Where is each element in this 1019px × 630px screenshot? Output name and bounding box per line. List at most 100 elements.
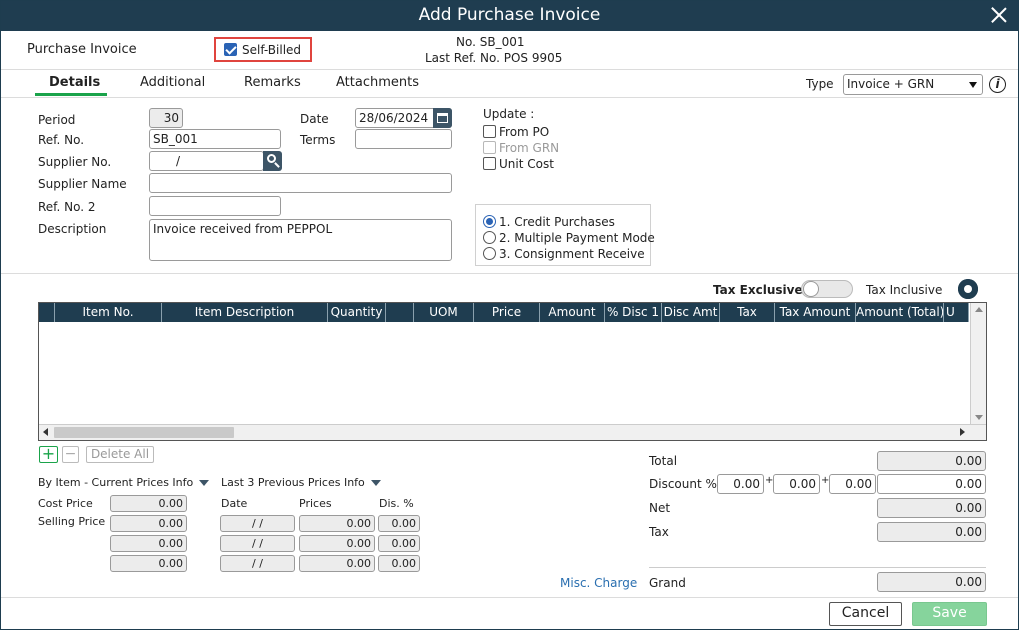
- from-grn-checkbox[interactable]: [483, 141, 496, 154]
- credit-purchases-label: 1. Credit Purchases: [499, 215, 615, 229]
- prev-date-field: / /: [220, 555, 295, 572]
- divider: [1, 273, 1018, 274]
- supplier-no-label: Supplier No.: [38, 155, 112, 169]
- prev-price-field: 0.00: [299, 535, 375, 552]
- grid-col-select[interactable]: [39, 303, 55, 322]
- chevron-down-icon: [370, 480, 381, 486]
- from-grn-label: From GRN: [499, 141, 560, 155]
- last3-prices-dropdown[interactable]: Last 3 Previous Prices Info: [221, 476, 381, 489]
- tab-details[interactable]: Details: [49, 75, 100, 90]
- gear-icon[interactable]: [958, 279, 978, 299]
- prev-dis-field: 0.00: [378, 515, 420, 532]
- discount3-field[interactable]: 0.00: [829, 474, 876, 494]
- prices-header: Prices: [299, 497, 332, 510]
- net-label: Net: [649, 501, 671, 515]
- last3-prices-label: Last 3 Previous Prices Info: [221, 476, 365, 489]
- discount-label: Discount %: [649, 477, 717, 491]
- remove-row-button[interactable]: −: [62, 446, 79, 463]
- cancel-button[interactable]: Cancel: [829, 602, 902, 626]
- misc-charge-link[interactable]: Misc. Charge: [560, 576, 637, 590]
- selling-price-label: Selling Price: [38, 515, 106, 528]
- grid-col-tax[interactable]: Tax: [720, 303, 775, 322]
- search-icon[interactable]: [263, 151, 282, 171]
- scroll-thumb[interactable]: [54, 427, 234, 438]
- consignment-receive-radio[interactable]: [483, 247, 496, 260]
- add-row-button[interactable]: +: [39, 446, 58, 463]
- scroll-left-icon[interactable]: [43, 428, 48, 436]
- calendar-icon[interactable]: [433, 108, 452, 128]
- tax-field: 0.00: [877, 522, 986, 542]
- by-item-prices-dropdown[interactable]: By Item - Current Prices Info: [38, 476, 210, 489]
- grid-col-quantity[interactable]: Quantity: [328, 303, 386, 322]
- save-button[interactable]: Save: [912, 602, 987, 626]
- type-label: Type: [806, 77, 834, 91]
- divider: [1, 597, 1018, 598]
- discount2-field[interactable]: 0.00: [773, 474, 820, 494]
- close-icon[interactable]: [988, 4, 1010, 26]
- net-field: 0.00: [877, 498, 986, 518]
- supplier-name-field[interactable]: [149, 173, 452, 193]
- tax-inclusive-label: Tax Inclusive: [866, 283, 943, 297]
- grid-vertical-scrollbar[interactable]: [970, 303, 986, 424]
- grid-horizontal-scrollbar[interactable]: [39, 424, 986, 440]
- tab-remarks[interactable]: Remarks: [244, 75, 301, 90]
- window-title: Add Purchase Invoice: [418, 5, 601, 25]
- grid-col-amount-total[interactable]: Amount (Total): [856, 303, 944, 322]
- tab-additional[interactable]: Additional: [140, 75, 205, 90]
- period-field[interactable]: 30: [149, 108, 183, 128]
- supplier-no-field[interactable]: /: [149, 151, 264, 171]
- refno-field[interactable]: SB_001: [149, 129, 281, 149]
- scroll-right-icon[interactable]: [960, 428, 965, 436]
- refno2-field[interactable]: [149, 196, 281, 216]
- refno2-label: Ref. No. 2: [38, 200, 96, 214]
- grid-col-disc1[interactable]: % Disc 1: [605, 303, 662, 322]
- delete-all-button[interactable]: Delete All: [86, 446, 154, 463]
- type-select[interactable]: Invoice + GRN: [843, 74, 983, 95]
- grid-col-amount[interactable]: Amount: [540, 303, 605, 322]
- tab-active-indicator: [35, 93, 107, 96]
- discount1-field[interactable]: 0.00: [717, 474, 764, 494]
- credit-purchases-radio[interactable]: [483, 215, 496, 228]
- doc-type-label: Purchase Invoice: [27, 42, 137, 57]
- from-po-label: From PO: [499, 125, 550, 139]
- from-po-checkbox[interactable]: [483, 125, 496, 138]
- grid-col-item-description[interactable]: Item Description: [162, 303, 328, 322]
- grid-col-price[interactable]: Price: [474, 303, 540, 322]
- grid-col-item-no[interactable]: Item No.: [55, 303, 162, 322]
- chevron-down-icon: [199, 480, 210, 486]
- last-ref-no: Last Ref. No. POS 9905: [425, 51, 563, 65]
- terms-field[interactable]: [355, 129, 452, 149]
- grid-header: Item No. Item Description Quantity UOM P…: [39, 303, 969, 322]
- period-label: Period: [38, 113, 76, 127]
- tab-attachments[interactable]: Attachments: [336, 75, 419, 90]
- price-field: 0.00: [110, 535, 187, 552]
- doc-number: No. SB_001: [456, 35, 525, 49]
- multiple-payment-radio[interactable]: [483, 231, 496, 244]
- total-label: Total: [649, 454, 678, 468]
- grid-col-disc-amt[interactable]: Disc Amt: [662, 303, 720, 322]
- description-field[interactable]: Invoice received from PEPPOL: [149, 219, 452, 261]
- prev-date-field: / /: [220, 535, 295, 552]
- tax-toggle[interactable]: [801, 280, 853, 298]
- prev-price-field: 0.00: [299, 515, 375, 532]
- scroll-down-icon[interactable]: [975, 415, 983, 420]
- date-label: Date: [300, 112, 329, 126]
- prev-dis-field: 0.00: [378, 535, 420, 552]
- selling-price-field: 0.00: [110, 515, 187, 532]
- dis-header: Dis. %: [379, 497, 414, 510]
- grid-col-tax-amount[interactable]: Tax Amount: [775, 303, 856, 322]
- prev-date-field: / /: [220, 515, 295, 532]
- unit-cost-checkbox[interactable]: [483, 157, 496, 170]
- terms-label: Terms: [300, 133, 336, 147]
- discount-amount-field[interactable]: 0.00: [877, 474, 986, 494]
- grid-col-u[interactable]: U: [944, 303, 969, 322]
- self-billed-checkbox[interactable]: [224, 43, 237, 56]
- by-item-prices-label: By Item - Current Prices Info: [38, 476, 194, 489]
- type-select-value: Invoice + GRN: [847, 77, 935, 91]
- prev-price-field: 0.00: [299, 555, 375, 572]
- grid-col-blank[interactable]: [386, 303, 414, 322]
- grid-col-uom[interactable]: UOM: [414, 303, 474, 322]
- info-icon[interactable]: i: [989, 76, 1006, 93]
- items-grid[interactable]: Item No. Item Description Quantity UOM P…: [38, 302, 987, 441]
- scroll-up-icon[interactable]: [975, 307, 983, 312]
